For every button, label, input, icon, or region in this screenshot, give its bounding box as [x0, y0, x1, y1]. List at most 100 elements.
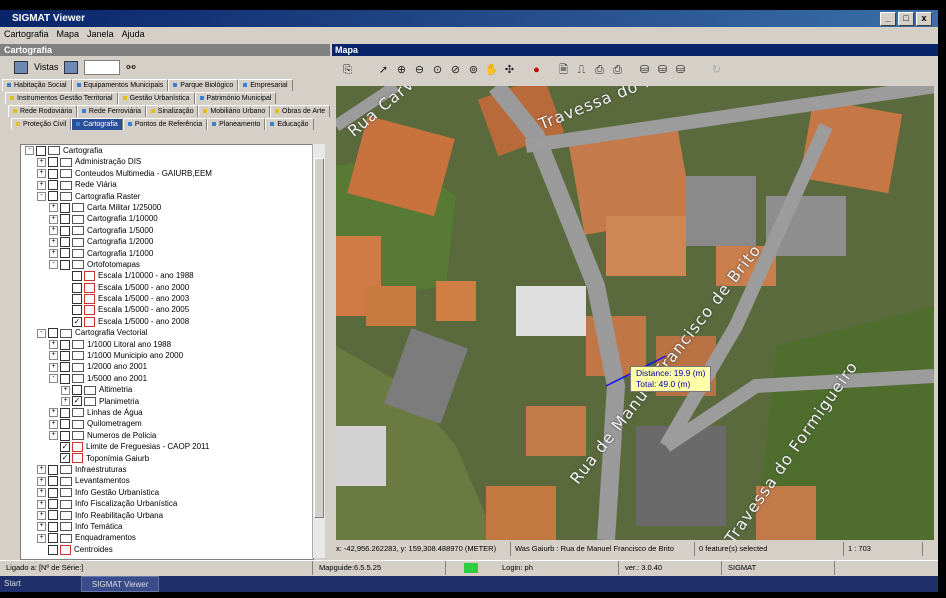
- expand-toggle-icon[interactable]: +: [49, 431, 58, 441]
- expand-toggle-icon[interactable]: +: [37, 499, 46, 509]
- layer-checkbox[interactable]: [72, 385, 82, 396]
- expand-toggle-icon[interactable]: +: [37, 488, 46, 498]
- copy-map-icon[interactable]: ⎘: [340, 63, 355, 78]
- refresh-icon[interactable]: ↻: [709, 63, 724, 78]
- tree-node[interactable]: + Numeros de Policia: [21, 430, 313, 441]
- measure-icon[interactable]: ⎍: [574, 63, 589, 78]
- layer-checkbox[interactable]: [48, 157, 58, 168]
- tree-node[interactable]: Centroides: [21, 544, 313, 555]
- tab-gest-o-urban-stica[interactable]: Gestão Urbanística: [117, 92, 195, 104]
- tree-node[interactable]: Escala 1/5000 - ano 2003: [21, 293, 313, 304]
- layer-checkbox[interactable]: [48, 521, 58, 532]
- tab-prote-o-civil[interactable]: Proteção Civil: [11, 118, 72, 130]
- expand-toggle-icon[interactable]: +: [61, 396, 70, 406]
- expand-toggle-icon[interactable]: +: [37, 522, 46, 532]
- expand-toggle-icon[interactable]: +: [49, 362, 58, 372]
- tree-scrollbar[interactable]: [312, 144, 325, 558]
- expand-toggle-icon[interactable]: +: [37, 476, 46, 486]
- layer-checkbox[interactable]: ✓: [60, 453, 70, 464]
- layer-checkbox[interactable]: [48, 180, 58, 191]
- zoom-previous-icon[interactable]: ⊘: [448, 63, 463, 78]
- expand-toggle-icon[interactable]: -: [37, 191, 46, 201]
- expand-toggle-icon[interactable]: +: [61, 385, 70, 395]
- expand-toggle-icon[interactable]: +: [49, 351, 58, 361]
- expand-toggle-icon[interactable]: +: [49, 408, 58, 418]
- layer-tool-1-icon[interactable]: ⛁: [637, 63, 652, 78]
- tree-node[interactable]: + Infraestruturas: [21, 464, 313, 475]
- layer-checkbox[interactable]: [60, 225, 70, 236]
- view-search-input[interactable]: [84, 59, 121, 75]
- layer-checkbox[interactable]: [60, 202, 70, 213]
- tree-node[interactable]: - Ortofotomapas: [21, 259, 313, 270]
- expand-toggle-icon[interactable]: +: [49, 214, 58, 224]
- tree-node[interactable]: Escala 1/5000 - ano 2000: [21, 282, 313, 293]
- expand-toggle-icon[interactable]: +: [49, 419, 58, 429]
- layer-tool-3-icon[interactable]: ⛁: [673, 63, 688, 78]
- layer-checkbox[interactable]: [60, 430, 70, 441]
- layer-checkbox[interactable]: [48, 168, 58, 179]
- layer-checkbox[interactable]: [72, 271, 82, 282]
- expand-toggle-icon[interactable]: -: [49, 374, 58, 384]
- tree-node[interactable]: + Info Gestão Urbanística: [21, 487, 313, 498]
- layer-checkbox[interactable]: [60, 248, 70, 259]
- tab-empresarial[interactable]: Empresarial: [238, 79, 293, 91]
- expand-toggle-icon[interactable]: +: [49, 237, 58, 247]
- layer-checkbox[interactable]: [48, 328, 58, 339]
- tree-node[interactable]: + Altimetria: [21, 384, 313, 396]
- tab-cartografia[interactable]: Cartografia: [71, 118, 123, 130]
- views-icon[interactable]: [14, 60, 28, 74]
- tree-node[interactable]: + Administração DIS: [21, 156, 313, 168]
- menu-cartografia[interactable]: Cartografia: [4, 27, 49, 42]
- start-button[interactable]: Start: [0, 576, 21, 592]
- expand-toggle-icon[interactable]: -: [37, 328, 46, 338]
- tab-rede-ferrovi-ria[interactable]: Rede Ferroviária: [76, 105, 146, 117]
- layer-checkbox[interactable]: [48, 544, 58, 555]
- expand-toggle-icon[interactable]: -: [25, 146, 34, 156]
- layer-checkbox[interactable]: [60, 214, 70, 225]
- binoculars-icon[interactable]: ⚯: [126, 61, 135, 74]
- zoom-window-icon[interactable]: ⊙: [430, 63, 445, 78]
- expand-toggle-icon[interactable]: +: [49, 248, 58, 258]
- expand-toggle-icon[interactable]: +: [37, 157, 46, 167]
- tree-node[interactable]: + Levantamentos: [21, 475, 313, 487]
- tab-pontos-de-refer-ncia[interactable]: Pontos de Referência: [122, 118, 208, 130]
- tree-node[interactable]: + Info Temática: [21, 521, 313, 532]
- maximize-button[interactable]: □: [898, 12, 914, 26]
- tree-node[interactable]: +1/1000 Municipio ano 2000: [21, 350, 313, 361]
- layer-checkbox[interactable]: [60, 237, 70, 248]
- taskbar-sigmat[interactable]: SIGMAT Viewer: [80, 576, 160, 592]
- close-button[interactable]: x: [916, 12, 932, 26]
- layer-checkbox[interactable]: ✓: [60, 442, 70, 453]
- tree-node[interactable]: - Cartografia Vectorial: [21, 327, 313, 339]
- tree-node[interactable]: + Cartografia 1/10000: [21, 213, 313, 225]
- layer-checkbox[interactable]: [60, 362, 70, 373]
- map-canvas[interactable]: Travessa do Marmoiral Rua de Manuel Fran…: [336, 86, 934, 540]
- layer-checkbox[interactable]: [60, 373, 70, 384]
- tab-patrim-nio-municipal[interactable]: Património Municipal: [194, 92, 277, 104]
- tree-node[interactable]: - 1/5000 ano 2001: [21, 373, 313, 384]
- zoom-extent-icon[interactable]: ⊚: [466, 63, 481, 78]
- layer-checkbox[interactable]: [48, 499, 58, 509]
- zoom-out-icon[interactable]: ⊖: [412, 63, 427, 78]
- layer-checkbox[interactable]: [48, 510, 58, 521]
- layer-checkbox[interactable]: [48, 476, 58, 487]
- layer-checkbox[interactable]: ✓: [72, 316, 82, 327]
- center-icon[interactable]: ✣: [502, 63, 517, 78]
- tree-node[interactable]: + Conteudos Multimedia - GAIURB,EEM: [21, 168, 313, 179]
- tree-node[interactable]: + Info Reabilitação Urbana: [21, 510, 313, 521]
- layer-checkbox[interactable]: [60, 350, 70, 361]
- tree-node[interactable]: ✓ Escala 1/5000 - ano 2008: [21, 316, 313, 327]
- menu-janela[interactable]: Janela: [87, 27, 114, 42]
- tree-node[interactable]: + Cartografia 1/5000: [21, 225, 313, 236]
- tree-node[interactable]: ✓ Toponímia Gaiurb: [21, 453, 313, 464]
- tab-sinaliza-o[interactable]: Sinalização: [145, 105, 199, 117]
- expand-toggle-icon[interactable]: +: [37, 465, 46, 475]
- print-icon[interactable]: ⎙: [610, 63, 625, 78]
- menu-mapa[interactable]: Mapa: [57, 27, 80, 42]
- tab-equipamentos-municipais[interactable]: Equipamentos Municipais: [71, 79, 169, 91]
- expand-toggle-icon[interactable]: +: [37, 169, 46, 179]
- layer-checkbox[interactable]: [60, 259, 70, 270]
- layer-tool-2-icon[interactable]: ⛁: [655, 63, 670, 78]
- tab-instrumentos-gest-o-territorial[interactable]: Instrumentos Gestão Territorial: [5, 92, 118, 104]
- layer-checkbox[interactable]: [72, 293, 82, 304]
